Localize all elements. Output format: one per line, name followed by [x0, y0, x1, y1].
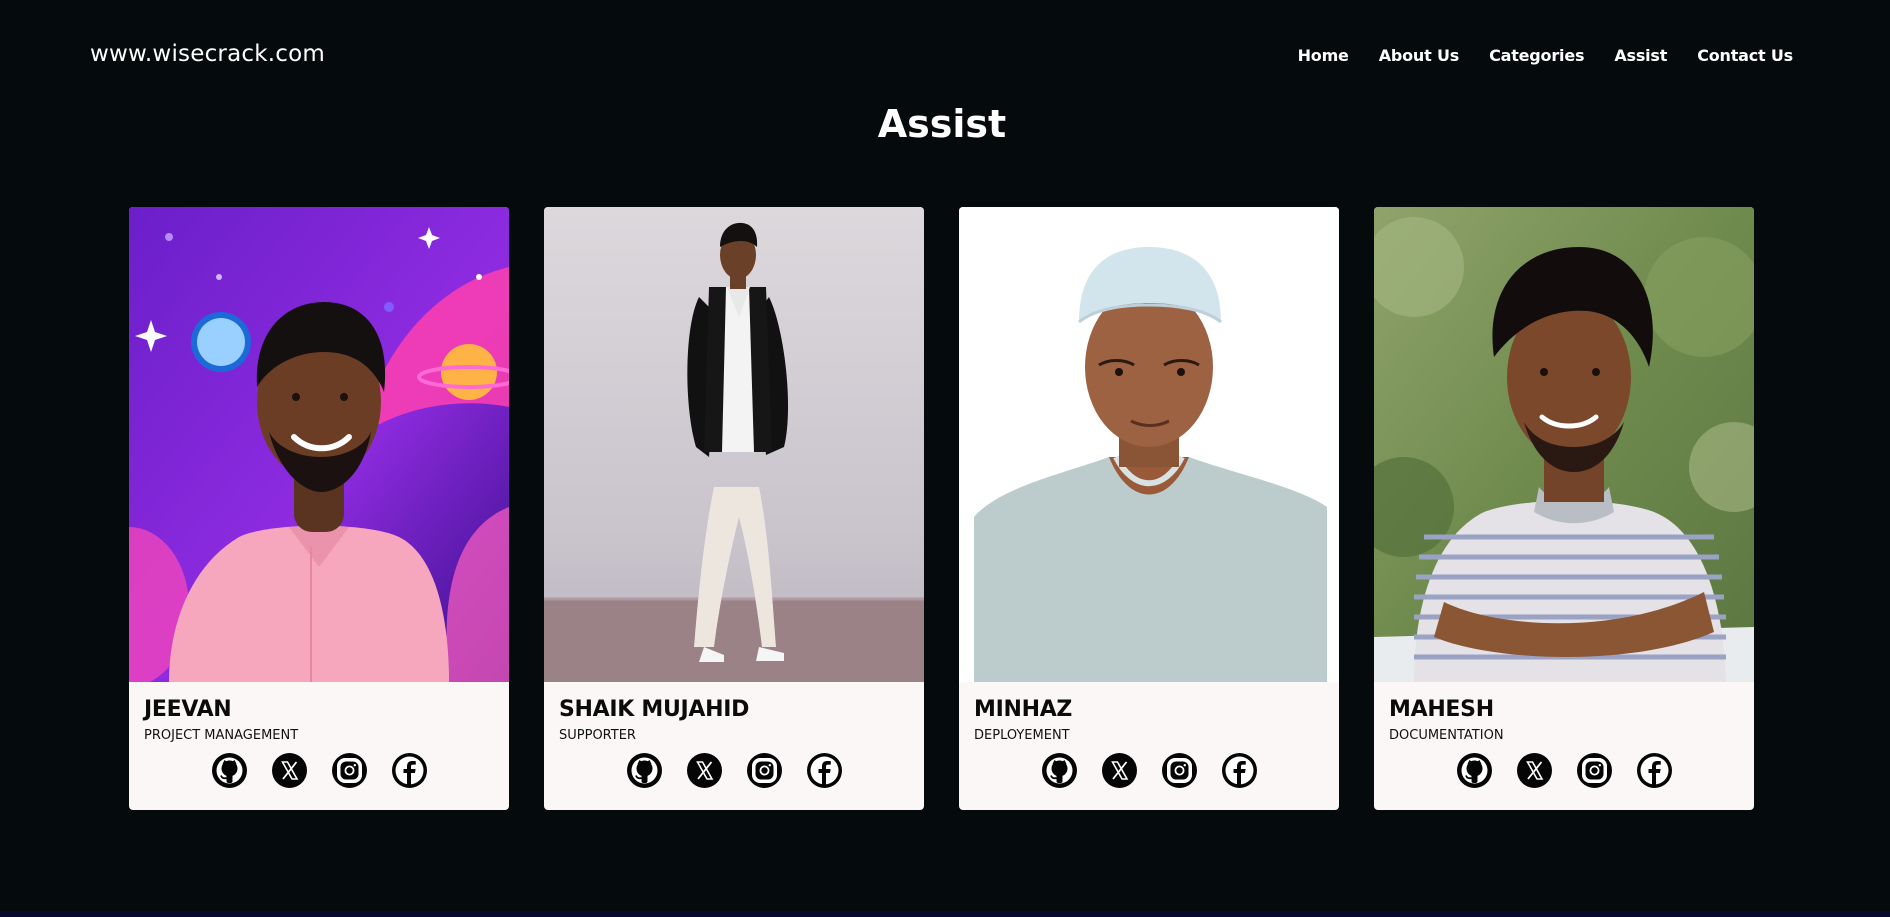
member-photo	[959, 207, 1339, 682]
x-icon[interactable]	[1101, 753, 1137, 788]
facebook-icon[interactable]	[806, 753, 842, 788]
member-role: DOCUMENTATION	[1389, 728, 1504, 743]
team-card-jeevan: JEEVAN PROJECT MANAGEMENT	[129, 207, 509, 810]
github-icon[interactable]	[1041, 753, 1077, 788]
github-icon[interactable]	[626, 753, 662, 788]
github-icon[interactable]	[1456, 753, 1492, 788]
brand-logo[interactable]: www.wisecrack.com	[90, 41, 325, 67]
x-icon[interactable]	[271, 753, 307, 788]
team-card-mahesh: MAHESH DOCUMENTATION	[1374, 207, 1754, 810]
instagram-icon[interactable]	[1576, 753, 1612, 788]
member-name: MAHESH	[1389, 697, 1494, 722]
github-icon[interactable]	[211, 753, 247, 788]
team-card-shaik-mujahid: SHAIK MUJAHID SUPPORTER	[544, 207, 924, 810]
x-icon[interactable]	[1516, 753, 1552, 788]
nav-categories[interactable]: Categories	[1489, 46, 1584, 65]
member-name: MINHAZ	[974, 697, 1073, 722]
instagram-icon[interactable]	[331, 753, 367, 788]
nav-contact-us[interactable]: Contact Us	[1697, 46, 1793, 65]
team-card-minhaz: MINHAZ DEPLOYEMENT	[959, 207, 1339, 810]
facebook-icon[interactable]	[1636, 753, 1672, 788]
social-links	[1389, 753, 1739, 788]
team-cards: JEEVAN PROJECT MANAGEMENT SHAIK MUJAHID …	[129, 207, 1754, 810]
member-photo	[129, 207, 509, 682]
member-role: DEPLOYEMENT	[974, 728, 1070, 743]
facebook-icon[interactable]	[391, 753, 427, 788]
member-photo	[1374, 207, 1754, 682]
social-links	[974, 753, 1324, 788]
social-links	[559, 753, 909, 788]
member-name: JEEVAN	[144, 697, 232, 722]
nav-home[interactable]: Home	[1298, 46, 1349, 65]
nav-assist[interactable]: Assist	[1614, 46, 1667, 65]
x-icon[interactable]	[686, 753, 722, 788]
member-role: PROJECT MANAGEMENT	[144, 728, 299, 743]
page-title: Assist	[877, 102, 1007, 146]
facebook-icon[interactable]	[1221, 753, 1257, 788]
member-role: SUPPORTER	[559, 728, 636, 743]
social-links	[144, 753, 494, 788]
site-header: www.wisecrack.com Home About Us Categori…	[0, 0, 1890, 115]
member-photo	[544, 207, 924, 682]
main-nav: Home About Us Categories Assist Contact …	[1298, 46, 1794, 65]
nav-about-us[interactable]: About Us	[1379, 46, 1460, 65]
member-name: SHAIK MUJAHID	[559, 697, 750, 722]
instagram-icon[interactable]	[746, 753, 782, 788]
footer-strip	[0, 911, 1890, 917]
instagram-icon[interactable]	[1161, 753, 1197, 788]
